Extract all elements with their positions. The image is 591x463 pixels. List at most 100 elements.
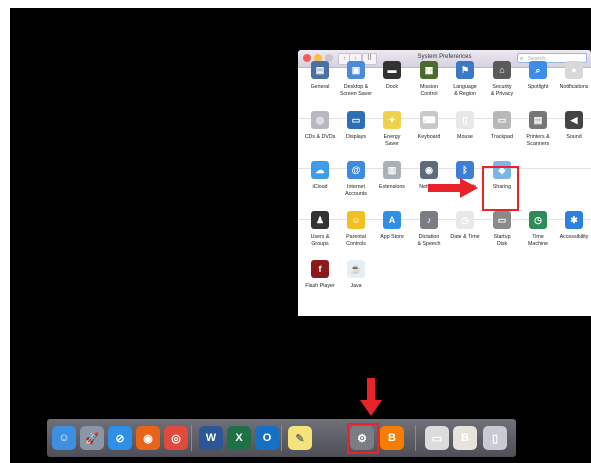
pref-pane-label: Energy Saver [383,134,401,147]
java-icon: ☕ [347,260,365,278]
app-store-icon: A [383,211,401,229]
dock-word-icon[interactable]: W [199,426,223,450]
pref-pane-label: Notifications [559,84,589,90]
dock-separator [415,425,416,451]
date-time-icon: ◷ [456,211,474,229]
pref-pane-java[interactable]: ☕ Java [336,260,376,290]
dock-blogger-icon[interactable]: B [380,426,404,450]
accessibility-icon: ✱ [565,211,583,229]
pref-pane-mission-control[interactable]: ▦ Mission Control [409,61,449,97]
mouse-icon: ▯ [456,111,474,129]
pref-pane-label: Dictation & Speech [417,234,441,247]
pref-pane-energy-saver[interactable]: ✦ Energy Saver [372,111,412,147]
pref-pane-label: Java [350,283,362,289]
language-region-icon: ⚑ [456,61,474,79]
parental-controls-icon: ☺ [347,211,365,229]
pref-pane-language-region[interactable]: ⚑ Language & Region [445,61,485,97]
pref-pane-security-privacy[interactable]: ⌂ Security & Privacy [482,61,522,97]
pref-pane-label: Flash Player [305,283,335,289]
pref-pane-app-store[interactable]: A App Store [372,211,412,241]
pref-pane-label: Mouse [457,134,473,140]
pref-pane-extensions[interactable]: ▥ Extensions [372,161,412,191]
dock-separator [191,425,192,451]
cds-dvds-icon: ◎ [311,111,329,129]
mission-control-icon: ▦ [420,61,438,79]
users-groups-icon: ♟ [311,211,329,229]
pref-pane-icloud[interactable]: ☁ iCloud [300,161,340,191]
energy-saver-icon: ✦ [383,111,401,129]
pref-pane-internet-accounts[interactable]: @ Internet Accounts [336,161,376,197]
general-icon: ▤ [311,61,329,79]
pref-pane-label: Date & Time [450,234,480,240]
pref-pane-label: Mission Control [420,84,438,97]
dock-trash-icon[interactable]: ▯ [483,426,507,450]
dock-finder-icon[interactable]: ☺ [52,426,76,450]
pref-pane-trackpad[interactable]: ▭ Trackpad [482,111,522,141]
dock-notes-icon[interactable]: ✎ [288,426,312,450]
pref-pane-label: Internet Accounts [345,184,367,197]
pref-pane-label: Sound [566,134,582,140]
pref-pane-label: Spotlight [527,84,549,90]
pref-pane-label: Accessibility [559,234,589,240]
pref-pane-users-groups[interactable]: ♟ Users & Groups [300,211,340,247]
dock-chrome-icon[interactable]: ◎ [164,426,188,450]
dock-document-stack-icon[interactable]: B [453,426,477,450]
pref-pane-label: Language & Region [453,84,477,97]
pref-pane-label: Startup Disk [493,234,511,247]
pref-pane-accessibility[interactable]: ✱ Accessibility [554,211,591,241]
pref-pane-printers-scanners[interactable]: ▤ Printers & Scanners [518,111,558,147]
pref-pane-label: Time Machine [527,234,549,247]
pref-pane-label: Dock [385,84,399,90]
dock-excel-icon[interactable]: X [227,426,251,450]
dock-safari-icon[interactable]: ⊘ [108,426,132,450]
pref-pane-desktop-screensaver[interactable]: ▣ Desktop & Screen Saver [336,61,376,97]
time-machine-icon: ◷ [529,211,547,229]
dock-icon: ▬ [383,61,401,79]
pref-pane-general[interactable]: ▤ General [300,61,340,91]
pref-pane-flash-player[interactable]: f Flash Player [300,260,340,290]
pref-pane-cds-dvds[interactable]: ◎ CDs & DVDs [300,111,340,141]
bluetooth-icon: ᛒ [456,161,474,179]
pref-pane-sound[interactable]: ◀ Sound [554,111,591,141]
notifications-icon: ● [565,61,583,79]
pref-pane-label: CDs & DVDs [304,134,336,140]
pointer-arrow-right [428,178,478,198]
dock-outlook-icon[interactable]: O [255,426,279,450]
dock-downloads-icon[interactable]: ▭ [425,426,449,450]
pref-pane-dock[interactable]: ▬ Dock [372,61,412,91]
pref-pane-notifications[interactable]: ● Notifications [554,61,591,91]
pointer-arrow-down [360,378,382,416]
internet-accounts-icon: @ [347,161,365,179]
system-preferences-dock-highlight [347,423,379,454]
sound-icon: ◀ [565,111,583,129]
pref-pane-dictation-speech[interactable]: ♪ Dictation & Speech [409,211,449,247]
pref-pane-date-time[interactable]: ◷ Date & Time [445,211,485,241]
pref-pane-label: Extensions [379,184,405,190]
dock-separator [281,425,282,451]
pref-pane-time-machine[interactable]: ◷ Time Machine [518,211,558,247]
pref-pane-parental-controls[interactable]: ☺ Parental Controls [336,211,376,247]
sharing-highlight-box [482,166,519,211]
extensions-icon: ▥ [383,161,401,179]
trackpad-icon: ▭ [493,111,511,129]
dictation-speech-icon: ♪ [420,211,438,229]
security-privacy-icon: ⌂ [493,61,511,79]
pref-pane-label: Keyboard [417,134,441,140]
pref-pane-startup-disk[interactable]: ▭ Startup Disk [482,211,522,247]
pref-pane-label: Parental Controls [346,234,366,247]
dock-firefox-icon[interactable]: ◉ [136,426,160,450]
dock-launchpad-icon[interactable]: 🚀 [80,426,104,450]
pref-pane-keyboard[interactable]: ⌨ Keyboard [409,111,449,141]
network-icon: ◉ [420,161,438,179]
pref-pane-spotlight[interactable]: ⌕ Spotlight [518,61,558,91]
pref-pane-displays[interactable]: ▭ Displays [336,111,376,141]
pref-pane-label: Printers & Scanners [526,134,550,147]
pref-pane-label: Desktop & Screen Saver [339,84,373,97]
pref-pane-mouse[interactable]: ▯ Mouse [445,111,485,141]
pref-pane-label: iCloud [312,184,328,190]
startup-disk-icon: ▭ [493,211,511,229]
pref-pane-label: Users & Groups [310,234,330,247]
pref-pane-label: App Store [380,234,404,240]
dock: ☺ 🚀 ⊘ ◉ ◎ W X O ✎ ⚙ B ▭ B ▯ [47,419,516,457]
keyboard-icon: ⌨ [420,111,438,129]
